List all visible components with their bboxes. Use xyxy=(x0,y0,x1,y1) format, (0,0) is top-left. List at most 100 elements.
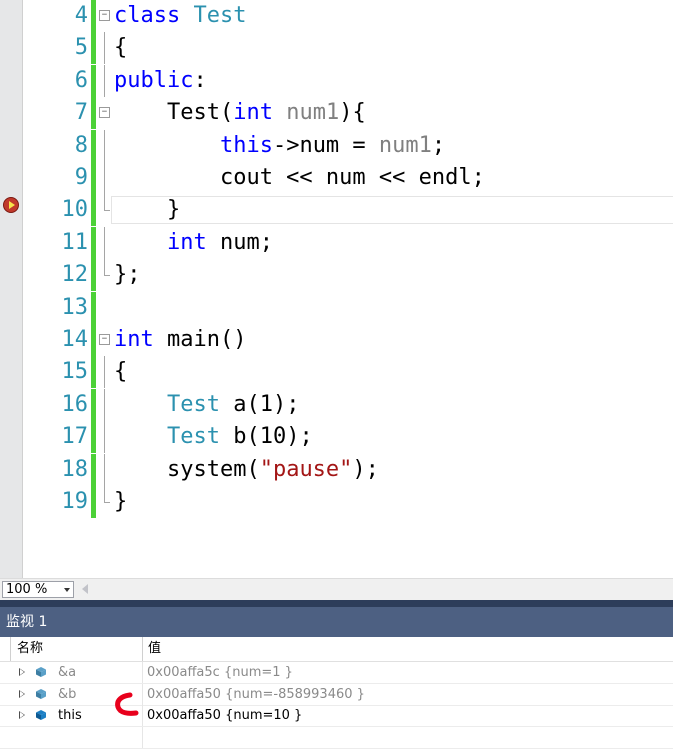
code-text[interactable]: this->num = num1; xyxy=(114,130,445,162)
code-token: } xyxy=(114,197,181,223)
outline-guide xyxy=(104,194,105,211)
change-tracking-bar xyxy=(91,64,96,97)
code-text[interactable]: } xyxy=(114,194,180,226)
line-number: 6 xyxy=(74,67,88,93)
code-line[interactable]: 11 int num; xyxy=(0,226,673,259)
code-line[interactable]: 18 system("pause"); xyxy=(0,453,673,486)
expand-arrow-icon[interactable] xyxy=(19,689,25,698)
code-line[interactable]: 10 } xyxy=(0,194,673,227)
code-text[interactable]: } xyxy=(114,486,127,518)
code-token: main() xyxy=(153,327,247,352)
line-number: 13 xyxy=(61,294,89,320)
watch-title-text: 监视 1 xyxy=(6,614,48,630)
change-tracking-bar xyxy=(91,129,96,162)
expand-arrow-icon[interactable] xyxy=(19,668,25,676)
line-number: 14 xyxy=(61,327,89,352)
change-tracking-bar xyxy=(91,388,96,421)
panel-splitter[interactable] xyxy=(0,600,673,607)
code-line[interactable]: 6 public: xyxy=(0,64,673,97)
code-token: { xyxy=(114,359,128,385)
code-line[interactable]: 16 Test a(1); xyxy=(0,388,673,421)
watch-name[interactable]: &b xyxy=(58,684,76,705)
line-number: 5 xyxy=(74,35,88,61)
column-divider[interactable] xyxy=(10,637,11,661)
code-token: cout << num << endl; xyxy=(114,165,485,190)
watch-column-header: 名称 值 xyxy=(0,637,673,662)
scroll-left-icon[interactable] xyxy=(82,584,88,594)
change-tracking-bar xyxy=(91,194,96,227)
code-line[interactable]: 17 Test b(10); xyxy=(0,421,673,454)
column-divider xyxy=(142,662,143,683)
collapse-icon[interactable]: − xyxy=(99,10,110,21)
code-token: system( xyxy=(114,456,260,482)
code-line[interactable]: 19} xyxy=(0,486,673,518)
code-text[interactable]: int num; xyxy=(114,227,273,259)
code-line[interactable]: 4− class Test xyxy=(0,0,673,32)
change-tracking-bar xyxy=(91,259,96,292)
code-line[interactable]: 7− Test(int num1){ xyxy=(0,97,673,130)
line-number: 16 xyxy=(61,391,89,417)
watch-row[interactable]: &a 0x00affa5c {num=1 } xyxy=(0,662,673,684)
code-token: class xyxy=(114,3,181,28)
outline-guide xyxy=(104,421,105,454)
column-divider xyxy=(142,726,143,748)
outline-guide-end xyxy=(104,502,110,503)
column-header-name[interactable]: 名称 xyxy=(17,637,43,661)
line-number: 10 xyxy=(61,197,89,223)
watch-window-title[interactable]: 监视 1 xyxy=(0,607,673,637)
collapse-icon[interactable]: − xyxy=(99,107,110,119)
watch-row[interactable]: this 0x00affa50 {num=10 } xyxy=(0,705,673,727)
code-line[interactable]: 12}; xyxy=(0,259,673,292)
code-token: }; xyxy=(114,262,141,288)
zoom-value: 100 % xyxy=(6,582,48,597)
editor-status-strip: 100 % xyxy=(0,578,673,601)
code-line[interactable]: 15 { xyxy=(0,356,673,389)
code-text[interactable]: int main() xyxy=(114,324,246,356)
code-line[interactable]: 8 this->num = num1; xyxy=(0,129,673,162)
code-text[interactable]: cout << num << endl; xyxy=(114,162,485,194)
code-token: : xyxy=(193,67,207,93)
code-token: num1 xyxy=(378,132,432,158)
code-line[interactable]: 13 xyxy=(0,291,673,324)
watch-empty-row[interactable] xyxy=(0,726,673,749)
code-text[interactable]: system("pause"); xyxy=(114,454,379,486)
zoom-dropdown[interactable]: 100 % xyxy=(2,581,74,598)
watch-value[interactable]: 0x00affa5c {num=1 } xyxy=(147,662,293,683)
code-text[interactable]: Test(int num1){ xyxy=(114,97,366,129)
watch-name[interactable]: this xyxy=(58,705,82,726)
outline-guide xyxy=(104,226,105,259)
change-tracking-bar xyxy=(91,32,96,65)
code-text[interactable]: }; xyxy=(114,259,141,291)
change-tracking-bar xyxy=(91,226,96,259)
outline-guide xyxy=(104,388,105,421)
line-number: 4 xyxy=(74,3,88,28)
code-text[interactable]: Test a(1); xyxy=(114,389,299,421)
code-line[interactable]: 5{ xyxy=(0,32,673,65)
code-token: "pause" xyxy=(259,456,353,482)
code-text[interactable]: Test b(10); xyxy=(114,421,313,453)
column-divider[interactable] xyxy=(142,637,143,661)
change-tracking-bar xyxy=(91,421,96,454)
expand-arrow-icon[interactable] xyxy=(19,711,25,719)
column-header-value[interactable]: 值 xyxy=(148,637,161,661)
code-token: num1 xyxy=(286,100,340,126)
code-editor[interactable]: 4− class Test 5{6 public: 7− Test(int num1){… xyxy=(0,0,673,578)
watch-row[interactable]: &b 0x00affa50 {num=-858993460 } xyxy=(0,683,673,706)
object-icon xyxy=(36,688,46,699)
code-line[interactable]: 9 cout << num << endl; xyxy=(0,162,673,194)
code-text[interactable]: public: xyxy=(114,65,207,97)
outline-guide xyxy=(104,259,105,276)
code-line[interactable]: 14− int main() xyxy=(0,324,673,356)
code-text[interactable]: { xyxy=(114,32,127,64)
code-text[interactable]: { xyxy=(114,356,127,388)
code-token: public xyxy=(114,67,194,93)
collapse-icon[interactable]: − xyxy=(99,334,110,345)
watch-value[interactable]: 0x00affa50 {num=10 } xyxy=(147,705,302,726)
watch-name[interactable]: &a xyxy=(58,662,76,683)
code-text[interactable]: class Test xyxy=(114,0,246,32)
change-tracking-bar xyxy=(91,162,96,194)
watch-value[interactable]: 0x00affa50 {num=-858993460 } xyxy=(147,684,365,705)
